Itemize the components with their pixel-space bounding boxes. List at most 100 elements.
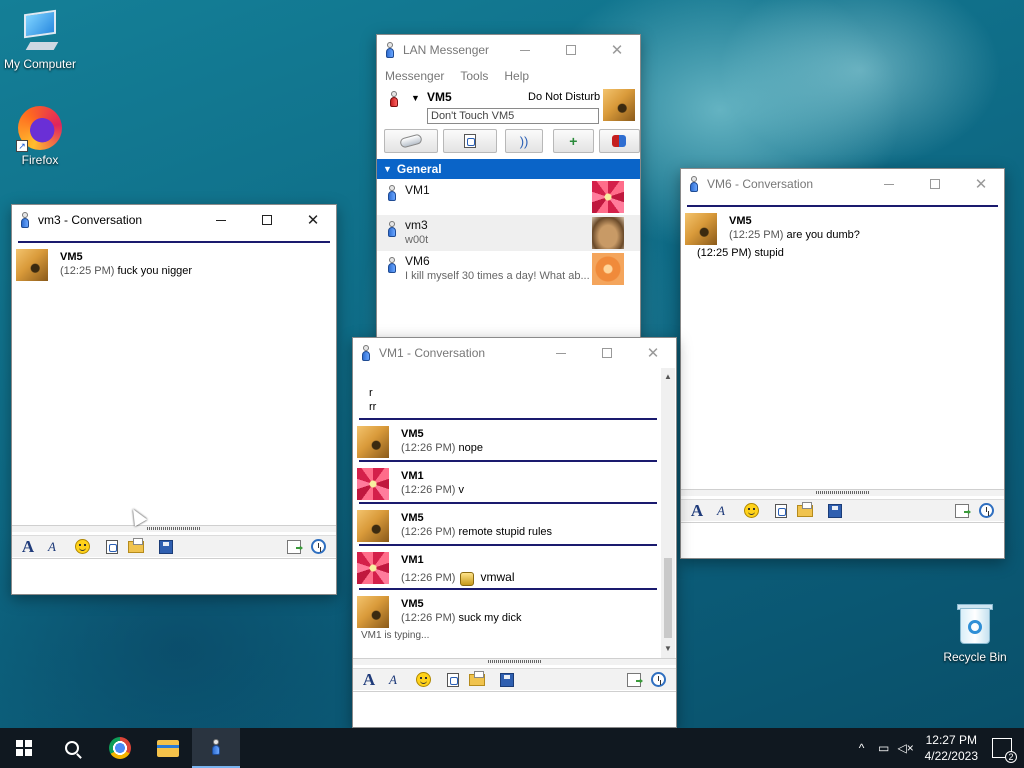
file-icon [464, 134, 477, 148]
desktop: My Computer ↗ Firefox Recycle Bin LAN Me… [0, 0, 1024, 728]
group-general[interactable]: ▼ General [377, 159, 640, 179]
recycle-bin-icon [957, 602, 993, 646]
vm3-conversation-window: vm3 - Conversation ✕ VM5 (12:25 PM) fuck… [11, 204, 337, 595]
export-button[interactable] [284, 538, 304, 556]
send-file-button[interactable] [443, 671, 463, 689]
message-text: nope [458, 442, 483, 454]
message-input[interactable] [12, 558, 336, 594]
sender-name: VM5 [401, 428, 424, 440]
message-log[interactable]: VM5 (12:25 PM) are you dumb? (12:25 PM) … [681, 199, 1004, 489]
close-button[interactable]: ✕ [290, 205, 336, 235]
close-button[interactable]: ✕ [594, 35, 640, 65]
status-dropdown-icon[interactable]: ▼ [411, 93, 420, 103]
system-tray: ^ ▭ ◁× 12:27 PM 4/22/2023 2 [851, 732, 1024, 764]
message-input[interactable] [353, 691, 676, 727]
minimize-button[interactable] [198, 205, 244, 235]
splitter-grip[interactable] [12, 525, 336, 532]
search-button[interactable] [48, 728, 96, 768]
contact-note: I kill myself 30 times a day! What ab... [405, 270, 590, 282]
my-computer-label: My Computer [3, 57, 77, 71]
message-time: (12:26 PM) [401, 572, 456, 584]
scroll-up-icon[interactable]: ▲ [661, 370, 675, 384]
emoticon-button[interactable] [72, 538, 92, 556]
save-button[interactable] [825, 502, 845, 520]
recycle-bin-shortcut[interactable]: Recycle Bin [935, 602, 1015, 664]
splitter-grip[interactable] [681, 489, 1004, 496]
save-button[interactable] [156, 538, 176, 556]
message-scrollbar[interactable]: ▲ ▼ [661, 368, 675, 658]
maximize-button[interactable] [584, 338, 630, 368]
export-icon [955, 503, 969, 518]
message-input[interactable] [681, 522, 1004, 558]
close-button[interactable]: ✕ [630, 338, 676, 368]
personal-note-input[interactable]: Don't Touch VM5 [427, 108, 599, 124]
close-icon: ✕ [974, 175, 988, 193]
font-color-button[interactable]: A [42, 538, 62, 556]
font-button[interactable]: A [18, 537, 38, 556]
minimize-button[interactable] [538, 338, 584, 368]
close-button[interactable]: ✕ [958, 169, 1004, 199]
my-computer-shortcut[interactable]: My Computer [0, 9, 80, 71]
sender-name: VM5 [401, 598, 424, 611]
menu-help[interactable]: Help [504, 69, 529, 83]
group-expand-icon: ▼ [383, 164, 392, 174]
emoticon-button[interactable] [741, 502, 761, 520]
send-file-button[interactable] [771, 502, 791, 520]
contact-vm3[interactable]: vm3 w00t [377, 215, 640, 251]
status-person-icon[interactable] [389, 91, 399, 107]
menu-tools[interactable]: Tools [460, 69, 488, 83]
contact-name: VM6 [405, 254, 430, 268]
history-button[interactable] [976, 502, 996, 520]
scroll-thumb[interactable] [664, 558, 672, 638]
network-icon[interactable]: ▭ [873, 741, 895, 755]
chevron-up-icon[interactable]: ^ [851, 741, 873, 755]
send-file-button[interactable] [443, 129, 498, 153]
notifications-button[interactable]: 2 [992, 738, 1017, 763]
font-color-button[interactable]: A [383, 671, 403, 689]
send-folder-button[interactable] [467, 670, 487, 689]
font-button[interactable]: A [359, 670, 379, 689]
emoticon-icon [458, 570, 475, 587]
send-file-button[interactable] [102, 538, 122, 556]
save-button[interactable] [497, 671, 517, 689]
broadcast-button[interactable] [384, 129, 439, 153]
contact-vm6[interactable]: VM6 I kill myself 30 times a day! What a… [377, 251, 640, 287]
maximize-button[interactable] [548, 35, 594, 65]
user-avatar[interactable] [603, 89, 635, 121]
export-button[interactable] [624, 671, 644, 689]
taskbar-chrome[interactable] [96, 728, 144, 768]
menu-messenger[interactable]: Messenger [385, 69, 444, 83]
message-log[interactable]: r rr VM5 (12:26 PM) nope VM1 (12:26 PM) … [353, 368, 661, 658]
sender-name: VM5 [60, 251, 83, 263]
group-chat-button[interactable] [598, 129, 640, 153]
taskbar-lan-messenger[interactable] [192, 728, 240, 768]
font-button[interactable]: A [687, 501, 707, 520]
user-status[interactable]: Do Not Disturb [528, 91, 600, 103]
rss-button[interactable]: )) [505, 129, 543, 153]
taskbar-file-explorer[interactable] [144, 728, 192, 768]
emoticon-button[interactable] [413, 671, 433, 689]
clock[interactable]: 12:27 PM 4/22/2023 [925, 732, 978, 764]
maximize-button[interactable] [912, 169, 958, 199]
minimize-button[interactable] [866, 169, 912, 199]
send-folder-button[interactable] [795, 501, 815, 520]
message-log[interactable]: VM5 (12:25 PM) fuck you nigger [12, 235, 336, 525]
maximize-button[interactable] [244, 205, 290, 235]
start-button[interactable] [0, 728, 48, 768]
font-color-button[interactable]: A [711, 502, 731, 520]
message-time: (12:25 PM) [729, 229, 784, 241]
firefox-shortcut[interactable]: ↗ Firefox [0, 106, 80, 167]
scroll-down-icon[interactable]: ▼ [661, 642, 675, 656]
splitter-grip[interactable] [353, 658, 676, 665]
firefox-label: Firefox [21, 153, 59, 167]
history-button[interactable] [308, 538, 328, 556]
sender-avatar [357, 596, 389, 629]
send-folder-button[interactable] [126, 537, 146, 556]
history-icon [978, 503, 994, 518]
minimize-button[interactable] [502, 35, 548, 65]
export-button[interactable] [952, 502, 972, 520]
volume-muted-icon[interactable]: ◁× [895, 741, 917, 755]
contact-vm1[interactable]: VM1 [377, 179, 640, 215]
history-button[interactable] [648, 671, 668, 689]
add-contact-button[interactable]: + [552, 129, 594, 153]
